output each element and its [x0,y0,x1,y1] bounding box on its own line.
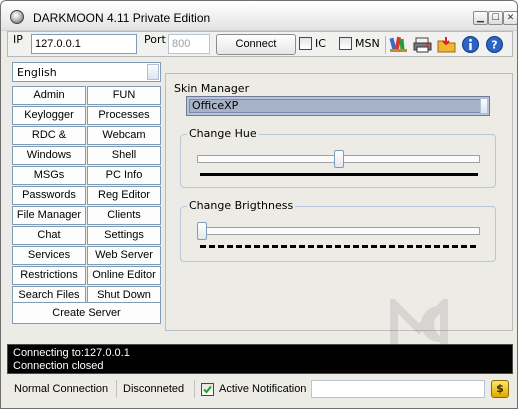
printer-stack-icon[interactable] [413,35,432,54]
brightness-group: Change Brigthness [180,200,496,262]
folder-arrow-icon[interactable] [437,35,456,54]
hue-label: Change Hue [187,127,259,140]
passwords-button[interactable]: Passwords [12,186,86,205]
restrictions-button[interactable]: Restrictions [12,266,86,285]
connection-toolbar: IP Port Connect IC MSN ? [7,31,513,57]
windows-button[interactable]: Windows [12,146,86,165]
hue-ticks [200,173,478,176]
chat-button[interactable]: Chat [12,226,86,245]
language-select[interactable]: English [12,62,161,82]
web-server-button[interactable]: Web Server [87,246,161,265]
brightness-label: Change Brigthness [187,199,296,212]
status-bar: Normal Connection Disconneted Active Not… [7,377,513,401]
skin-panel: Skin Manager OfficeXP Change Hue Change … [165,73,513,331]
port-input[interactable] [168,34,210,54]
connection-state-status: Disconneted [123,383,185,395]
svg-text:?: ? [491,39,497,52]
status-divider [194,380,195,398]
hue-slider-thumb[interactable] [333,150,344,168]
msgs-button[interactable]: MSGs [12,166,86,185]
maximize-button[interactable]: ☐ [488,11,503,25]
brightness-slider-track[interactable] [197,227,480,235]
language-value: English [17,66,57,79]
console-line: Connection closed [13,360,104,372]
fun-button[interactable]: FUN [87,86,161,105]
port-label: Port [144,33,166,46]
console-line: Connecting to:127.0.0.1 [13,347,130,359]
brightness-ticks [200,245,478,248]
dollar-icon[interactable]: $ [491,380,509,398]
clients-button[interactable]: Clients [87,206,161,225]
webcam-button[interactable]: Webcam [87,126,161,145]
file-manager-button[interactable]: File Manager [12,206,86,225]
help-icon[interactable]: ? [485,35,504,54]
skin-dropdown-icon[interactable] [480,98,488,114]
reg-editor-button[interactable]: Reg Editor [87,186,161,205]
language-dropdown-icon[interactable] [147,64,159,80]
status-divider [116,380,117,398]
msn-label: MSN [355,37,380,50]
status-field [311,380,485,398]
close-button[interactable]: ✕ [503,11,517,25]
active-notification-label: Active Notification [219,383,307,395]
skull-app-icon [10,10,24,24]
console-log: Connecting to:127.0.0.1 Connection close… [7,344,513,374]
ip-input[interactable] [31,34,137,54]
connect-button[interactable]: Connect [216,34,296,55]
keylogger-button[interactable]: Keylogger [12,106,86,125]
window-title: DARKMOON 4.11 Private Edition [33,11,211,25]
skin-select[interactable]: OfficeXP [186,96,490,116]
moon-logo-watermark [389,294,509,347]
main-window: DARKMOON 4.11 Private Edition ▁ ☐ ✕ IP P… [0,0,518,409]
pc-info-button[interactable]: PC Info [87,166,161,185]
info-icon[interactable] [461,35,480,54]
ic-checkbox[interactable] [299,37,312,50]
toolbar-divider [385,36,386,54]
left-panel: English Admin FUN Keylogger Processes RDC & … [12,62,161,325]
ip-label: IP [13,33,23,46]
msn-checkbox[interactable] [339,37,352,50]
skin-value: OfficeXP [189,99,481,113]
settings-button[interactable]: Settings [87,226,161,245]
brush-tools-icon[interactable] [389,35,408,54]
connection-type-status: Normal Connection [14,383,109,395]
skin-manager-label: Skin Manager [173,82,251,95]
services-button[interactable]: Services [12,246,86,265]
create-server-button[interactable]: Create Server [12,302,161,324]
admin-button[interactable]: Admin [12,86,86,105]
rdc-screen-button[interactable]: RDC & Screen [12,126,86,158]
title-bar[interactable]: DARKMOON 4.11 Private Edition ▁ ☐ ✕ [1,1,517,31]
ic-label: IC [315,37,326,50]
active-notification-checkbox[interactable] [201,383,214,396]
brightness-slider-thumb[interactable] [197,222,207,240]
minimize-button[interactable]: ▁ [473,11,488,25]
shell-button[interactable]: Shell [87,146,161,165]
hue-group: Change Hue [180,128,496,188]
processes-button[interactable]: Processes [87,106,161,125]
online-editor-button[interactable]: Online Editor [87,266,161,285]
